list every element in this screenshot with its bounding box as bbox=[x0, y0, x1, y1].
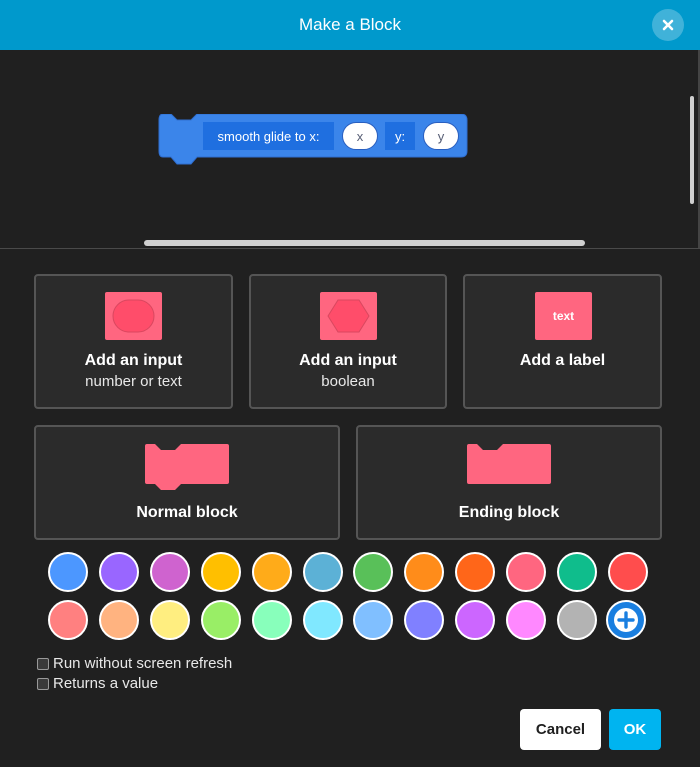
color-swatch[interactable] bbox=[99, 600, 139, 640]
color-swatch[interactable] bbox=[201, 552, 241, 592]
card-subtitle: boolean bbox=[321, 373, 375, 390]
color-swatch[interactable] bbox=[48, 600, 88, 640]
returns-value-checkbox[interactable] bbox=[37, 677, 49, 690]
preview-vertical-scrollbar[interactable] bbox=[690, 96, 694, 204]
close-icon bbox=[662, 19, 674, 31]
color-swatch[interactable] bbox=[353, 600, 393, 640]
color-swatch[interactable] bbox=[353, 552, 393, 592]
add-input-number-button[interactable]: Add an input number or text bbox=[34, 274, 233, 409]
normal-block-button[interactable]: Normal block bbox=[34, 425, 340, 540]
checkbox-label: Run without screen refresh bbox=[53, 655, 233, 672]
block-label-smooth-glide[interactable]: smooth glide to x: bbox=[203, 122, 334, 150]
card-title: Add an input bbox=[299, 352, 397, 369]
card-title: Add a label bbox=[519, 352, 606, 369]
add-label-button[interactable]: text Add a label bbox=[463, 274, 662, 409]
round-input-icon bbox=[105, 292, 162, 340]
color-swatch[interactable] bbox=[455, 552, 495, 592]
color-swatch[interactable] bbox=[201, 600, 241, 640]
color-swatch[interactable] bbox=[303, 552, 343, 592]
plus-icon bbox=[614, 608, 638, 632]
color-swatch[interactable] bbox=[608, 552, 648, 592]
color-swatch[interactable] bbox=[557, 600, 597, 640]
add-input-boolean-button[interactable]: Add an input boolean bbox=[249, 274, 447, 409]
block-preview-area: smooth glide to x: x y: y bbox=[0, 50, 700, 249]
run-without-refresh-option[interactable]: Run without screen refresh bbox=[37, 655, 232, 672]
cancel-button[interactable]: Cancel bbox=[520, 709, 601, 750]
card-title: Normal block bbox=[136, 504, 238, 521]
color-swatch[interactable] bbox=[506, 552, 546, 592]
ending-block-button[interactable]: Ending block bbox=[356, 425, 662, 540]
color-swatch[interactable] bbox=[557, 552, 597, 592]
preview-horizontal-scrollbar[interactable] bbox=[144, 240, 585, 246]
add-color-button[interactable] bbox=[606, 600, 646, 640]
color-swatch[interactable] bbox=[404, 552, 444, 592]
color-swatch[interactable] bbox=[506, 600, 546, 640]
block-label-y[interactable]: y: bbox=[385, 122, 415, 150]
color-swatch[interactable] bbox=[303, 600, 343, 640]
run-without-refresh-checkbox[interactable] bbox=[37, 657, 49, 670]
color-swatch[interactable] bbox=[99, 552, 139, 592]
color-swatch[interactable] bbox=[150, 600, 190, 640]
color-swatch[interactable] bbox=[252, 600, 292, 640]
stack-block-icon bbox=[145, 444, 229, 490]
label-icon: text bbox=[535, 292, 592, 340]
color-swatch[interactable] bbox=[252, 552, 292, 592]
block-input-x[interactable]: x bbox=[342, 122, 378, 150]
make-a-block-dialog: Make a Block smooth glide to x: x y: y A… bbox=[0, 0, 700, 767]
color-swatch[interactable] bbox=[48, 552, 88, 592]
dialog-title: Make a Block bbox=[298, 15, 402, 34]
card-title: Ending block bbox=[458, 504, 560, 521]
close-button[interactable] bbox=[652, 9, 684, 41]
checkbox-label: Returns a value bbox=[53, 675, 159, 692]
cap-block-icon bbox=[467, 444, 551, 484]
ok-button[interactable]: OK bbox=[609, 709, 661, 750]
color-swatch[interactable] bbox=[455, 600, 495, 640]
color-swatch[interactable] bbox=[404, 600, 444, 640]
hexagon-input-icon bbox=[320, 292, 377, 340]
returns-value-option[interactable]: Returns a value bbox=[37, 675, 158, 692]
block-input-y[interactable]: y bbox=[423, 122, 459, 150]
card-title: Add an input bbox=[84, 352, 183, 369]
dialog-header: Make a Block bbox=[0, 0, 700, 50]
color-swatch[interactable] bbox=[150, 552, 190, 592]
card-subtitle: number or text bbox=[85, 373, 182, 390]
